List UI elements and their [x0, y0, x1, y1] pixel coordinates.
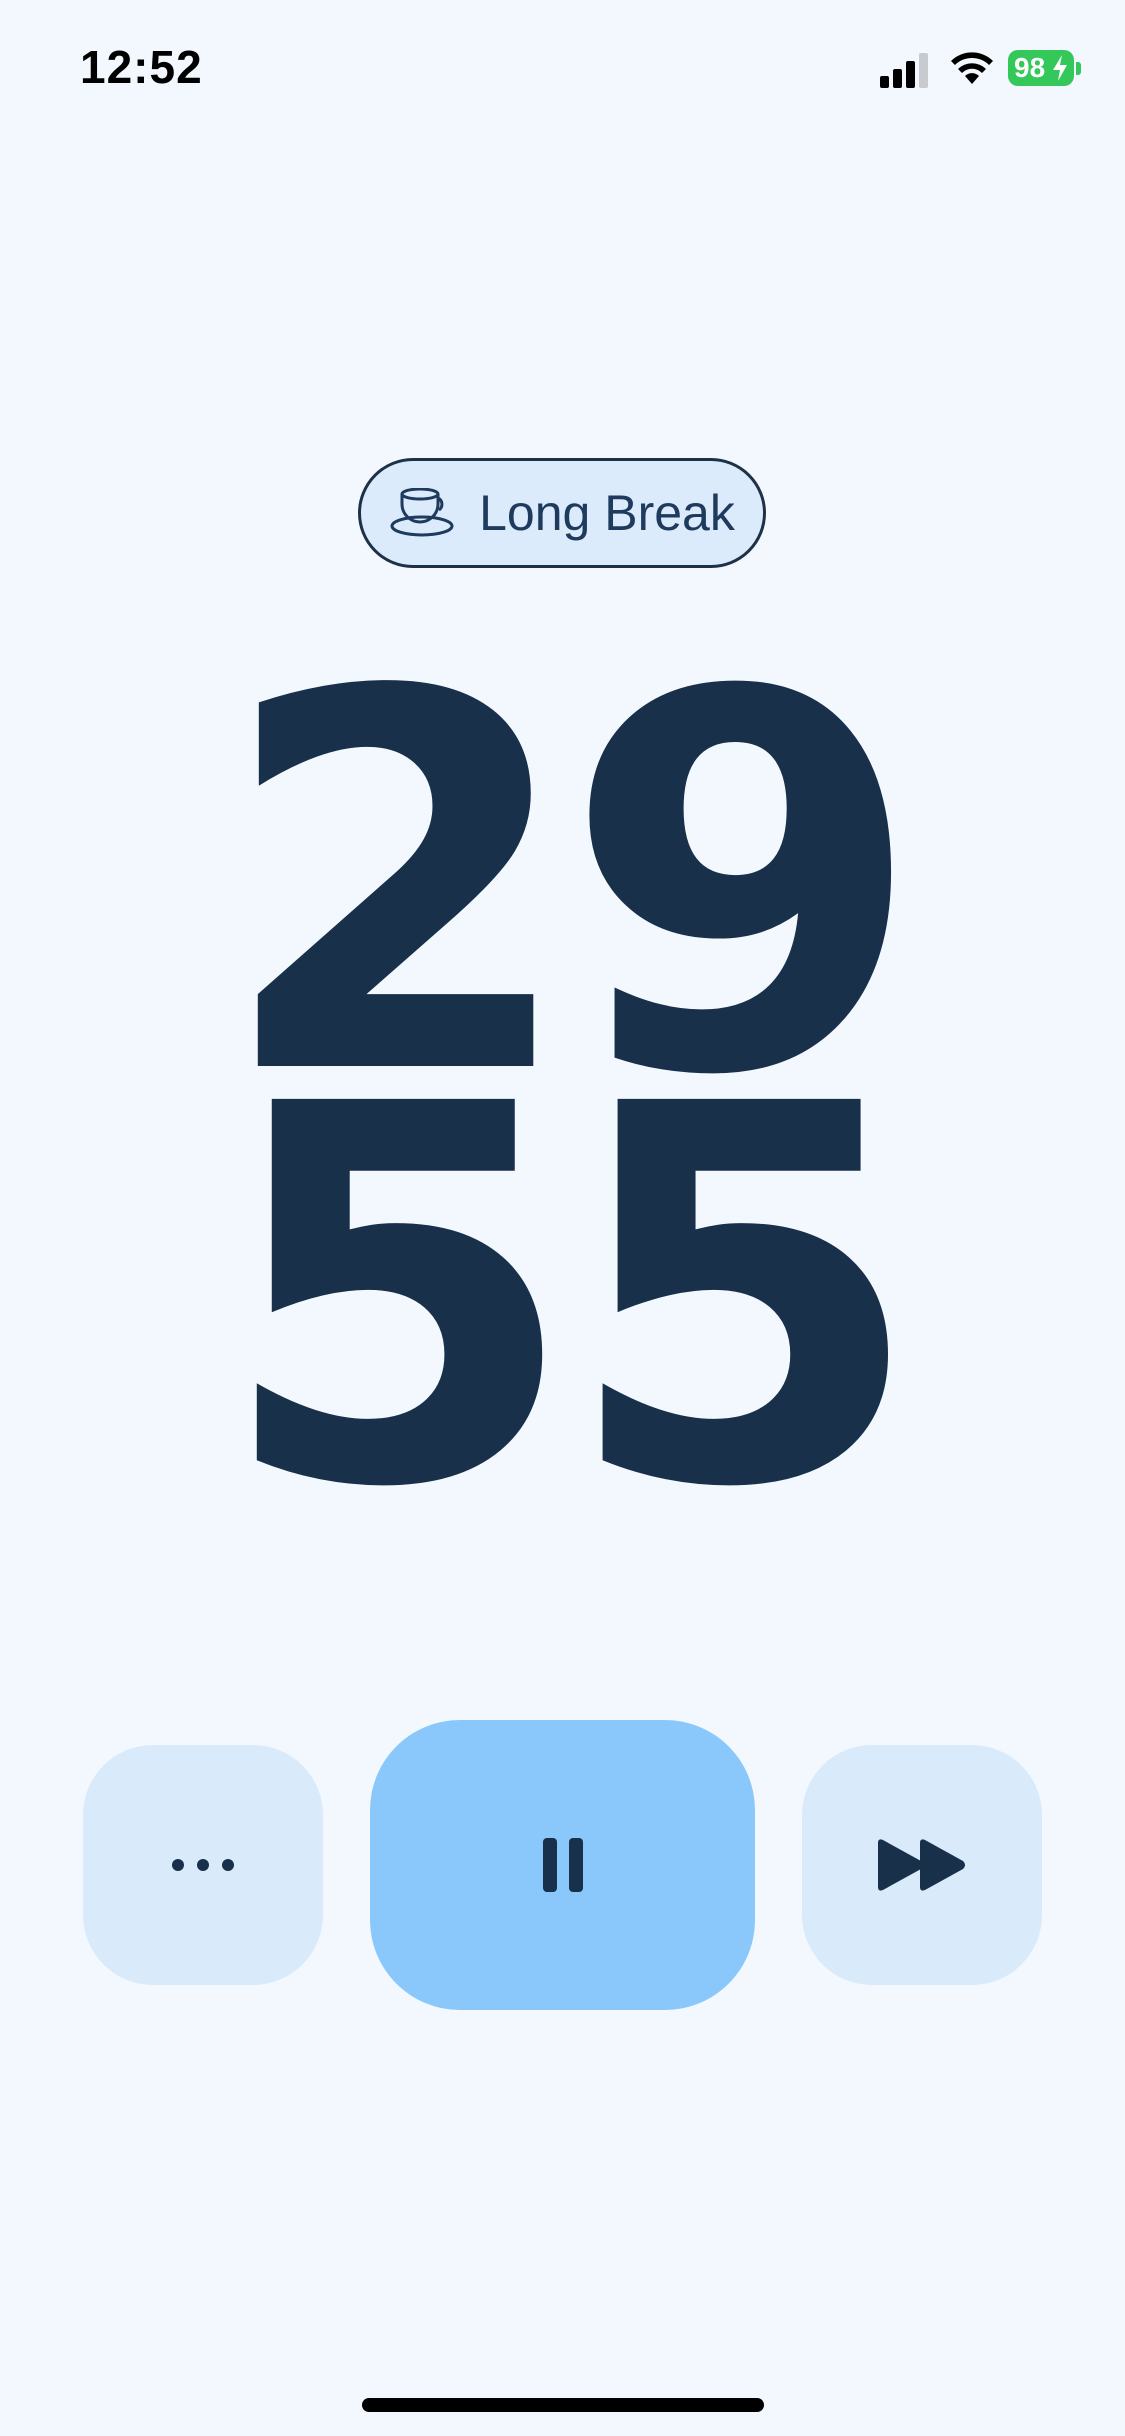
mode-pill[interactable]: Long Break — [358, 458, 766, 568]
bolt-icon — [1053, 55, 1067, 81]
skip-forward-icon — [878, 1839, 965, 1891]
pause-button[interactable] — [370, 1720, 755, 2010]
wifi-icon — [951, 52, 993, 84]
timer-seconds: 55 — [216, 995, 925, 1601]
more-dots-icon — [172, 1859, 234, 1871]
pause-icon — [542, 1838, 583, 1892]
mode-label: Long Break — [479, 485, 735, 541]
status-time: 12:52 — [80, 41, 203, 93]
battery-level: 98 — [1014, 52, 1046, 83]
timer-display: 29 55 — [0, 626, 1125, 1601]
home-indicator[interactable] — [362, 2398, 764, 2412]
signal-icon — [880, 53, 928, 88]
more-button[interactable] — [83, 1745, 323, 1985]
battery-cap — [1076, 62, 1081, 75]
skip-button[interactable] — [802, 1745, 1042, 1985]
coffee-cup-icon — [390, 488, 454, 537]
controls-row — [0, 1720, 1125, 2010]
status-bar: 12:52 98 — [0, 0, 1125, 140]
battery-charging-icon: 98 — [1008, 50, 1074, 86]
